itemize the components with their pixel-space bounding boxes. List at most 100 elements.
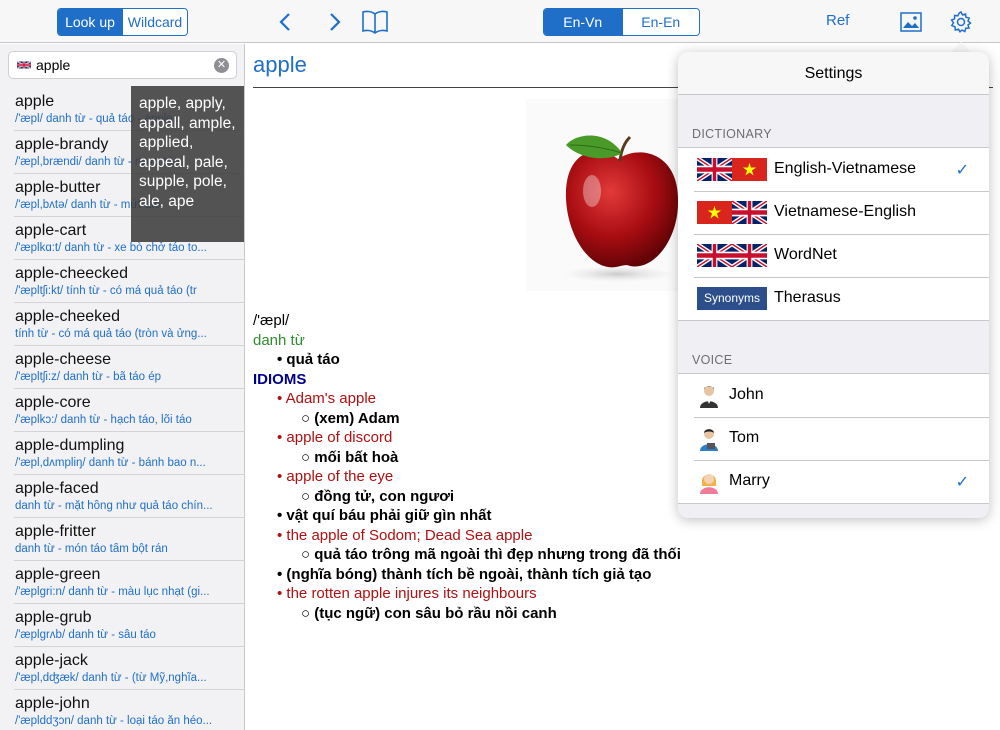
- entry-line: ○ (tục ngữ) con sâu bỏ rầu nồi canh: [301, 604, 557, 622]
- dictionary-label: WordNet: [774, 246, 837, 263]
- voice-label: John: [729, 386, 764, 403]
- gear-icon[interactable]: [948, 9, 974, 35]
- word-list-definition: /'æplkɑ:t/ danh từ - xe bò chở táo to...: [15, 242, 207, 254]
- idioms-header: IDIOMS: [253, 370, 307, 388]
- voice-row-tom[interactable]: Tom: [678, 417, 989, 460]
- dictionary-row-vietnamese-english[interactable]: Vietnamese-English: [678, 191, 989, 234]
- word-list-item[interactable]: apple-cheese /'æpltʃi:z/ danh từ - bã táo…: [14, 346, 245, 389]
- clear-search-icon[interactable]: ✕: [214, 58, 229, 73]
- en-vn-button[interactable]: En-Vn: [544, 9, 622, 35]
- word-list-definition: /'æpl,dʤæk/ danh từ - (từ Mỹ,nghĩa...: [15, 672, 207, 684]
- word-list-item[interactable]: apple-cheeked tính từ - có má quả táo (tr…: [14, 303, 245, 346]
- dictionary-row-wordnet[interactable]: WordNet: [678, 234, 989, 277]
- synonyms-badge: Synonyms: [697, 287, 767, 310]
- boy-avatar-icon: [700, 429, 718, 451]
- word-list-item[interactable]: apple-green /'æplgri:n/ danh từ - màu lục…: [14, 561, 245, 604]
- vn-flag-icon: [697, 201, 732, 224]
- entry-line: ○ đồng tử, con ngươi: [301, 487, 455, 505]
- entry-pronunciation: /'æpl/: [253, 312, 290, 329]
- entry-line: • (nghĩa bóng) thành tích bề ngoài, thàn…: [277, 565, 652, 583]
- spelling-suggestions[interactable]: apple, apply, appall, ample, applied, ap…: [131, 86, 244, 242]
- word-list-item[interactable]: apple-dumpling /'æpl,dʌmpliŋ/ danh từ - b…: [14, 432, 245, 475]
- settings-popover: Settings DICTIONARY English-Vietnamese ✓…: [678, 52, 989, 518]
- voice-row-john[interactable]: John: [678, 374, 989, 417]
- book-icon[interactable]: [361, 9, 389, 35]
- word-list-definition: danh từ - món táo tẩm bột rán: [15, 543, 168, 555]
- apple-image: [526, 99, 686, 291]
- word-list-term: apple-fritter: [15, 523, 96, 540]
- entry-body: /'æpl/ danh từ • quả táo IDIOMS • Adam's a…: [253, 311, 681, 623]
- word-list-term: apple-cheecked: [15, 265, 128, 282]
- lookup-button[interactable]: Look up: [58, 9, 122, 35]
- uk-flag-icon: [17, 60, 31, 70]
- entry-line: ○ quả táo trông mã ngoài thì đẹp nhưng t…: [301, 546, 681, 563]
- word-list-item[interactable]: apple-faced danh từ - mặt hồng như quả tá…: [14, 475, 245, 518]
- word-list-definition: /'æplddʒɔn/ danh từ - loại táo ăn héo...: [15, 715, 213, 727]
- entry-part-of-speech: danh từ: [253, 331, 305, 349]
- top-toolbar: Look up Wildcard En-Vn En-En Ref: [0, 0, 1000, 43]
- entry-line: • quả táo: [277, 351, 340, 368]
- word-list-item[interactable]: apple-fritter danh từ - món táo tẩm bột r…: [14, 518, 245, 561]
- uk-flag-icon: [732, 244, 767, 267]
- uk-flag-icon: [697, 244, 732, 267]
- word-list-term: apple-grub: [15, 609, 92, 626]
- checkmark-icon: ✓: [955, 162, 969, 179]
- voice-row-marry[interactable]: Marry ✓: [678, 460, 989, 503]
- entry-line: • Adam's apple: [277, 390, 377, 407]
- woman-avatar-icon: [700, 474, 718, 494]
- word-list-definition: tính từ - có má quả táo (tròn và ửng...: [15, 328, 207, 340]
- word-list-term: apple-john: [15, 695, 90, 712]
- word-list-term: apple-brandy: [15, 136, 109, 153]
- word-list-term: apple-dumpling: [15, 437, 125, 454]
- word-list-term: apple-core: [15, 394, 91, 411]
- ref-button[interactable]: Ref: [826, 12, 849, 29]
- chevron-right-icon[interactable]: [322, 9, 348, 35]
- word-list-item[interactable]: apple-grub /'æplgrʌb/ danh từ - sâu táo: [14, 604, 245, 647]
- dictionary-label: Therasus: [774, 289, 841, 306]
- word-list-definition: /'æplgrʌb/ danh từ - sâu táo: [15, 629, 156, 641]
- dictionary-group: English-Vietnamese ✓ Vietnamese-English …: [678, 147, 989, 321]
- dictionary-section-header: DICTIONARY: [692, 127, 772, 141]
- search-input[interactable]: apple: [36, 57, 70, 73]
- voice-section-header: VOICE: [692, 353, 733, 367]
- en-en-button[interactable]: En-En: [621, 9, 699, 35]
- checkmark-icon: ✓: [955, 474, 969, 491]
- man-avatar-icon: [700, 386, 718, 408]
- voice-label: Tom: [729, 429, 760, 446]
- word-list-item[interactable]: apple-core /'æplkɔ:/ danh từ - hạch táo, …: [14, 389, 245, 432]
- word-list-term: apple: [15, 93, 55, 110]
- word-list-item[interactable]: apple-jack /'æpl,dʤæk/ danh từ - (từ Mỹ,n…: [14, 647, 245, 690]
- dictionary-row-english-vietnamese[interactable]: English-Vietnamese ✓: [678, 148, 989, 191]
- word-list-term: apple-jack: [15, 652, 88, 669]
- word-list-definition: /'æpl,dʌmpliŋ/ danh từ - bánh bao n...: [15, 457, 206, 469]
- entry-line: • vật quí báu phải giữ gìn nhất: [277, 507, 492, 524]
- word-list-term: apple-butter: [15, 179, 101, 196]
- word-list-term: apple-faced: [15, 480, 99, 497]
- entry-headword: apple: [253, 52, 307, 77]
- search-box[interactable]: apple ✕: [8, 51, 237, 79]
- entry-line: • apple of the eye: [277, 468, 394, 485]
- word-list-definition: /'æpltʃi:kt/ tính từ - có má quả táo (tr: [15, 285, 197, 297]
- uk-flag-icon: [697, 158, 732, 181]
- dictionary-label: English-Vietnamese: [774, 160, 917, 177]
- language-segment: En-Vn En-En: [543, 8, 700, 36]
- entry-line: ○ (xem) Adam: [301, 409, 400, 427]
- entry-line: • apple of discord: [277, 429, 393, 446]
- image-icon[interactable]: [899, 9, 923, 35]
- word-list-item[interactable]: apple-cheecked /'æpltʃi:kt/ tính từ - có …: [14, 260, 245, 303]
- word-list-definition: /'æplkɔ:/ danh từ - hạch táo, lõi táo: [15, 414, 192, 426]
- entry-line: ○ mối bất hoà: [301, 448, 399, 466]
- word-list-definition: /'æplgri:n/ danh từ - màu lục nhạt (gi..…: [15, 586, 210, 598]
- wildcard-button[interactable]: Wildcard: [122, 9, 187, 35]
- word-list-item[interactable]: apple-john /'æplddʒɔn/ danh từ - loại táo…: [14, 690, 245, 730]
- word-list-term: apple-cheeked: [15, 308, 120, 325]
- dictionary-label: Vietnamese-English: [774, 203, 917, 220]
- word-list-definition: danh từ - mặt hồng như quả táo chín...: [15, 500, 213, 512]
- entry-line: • the rotten apple injures its neighbour…: [277, 585, 537, 602]
- chevron-left-icon[interactable]: [272, 9, 298, 35]
- word-list-term: apple-cart: [15, 222, 87, 239]
- dictionary-row-therasus[interactable]: Synonyms Therasus: [678, 277, 989, 320]
- entry-line: • the apple of Sodom; Dead Sea apple: [277, 526, 533, 544]
- uk-flag-icon: [732, 201, 767, 224]
- word-list-term: apple-cheese: [15, 351, 112, 368]
